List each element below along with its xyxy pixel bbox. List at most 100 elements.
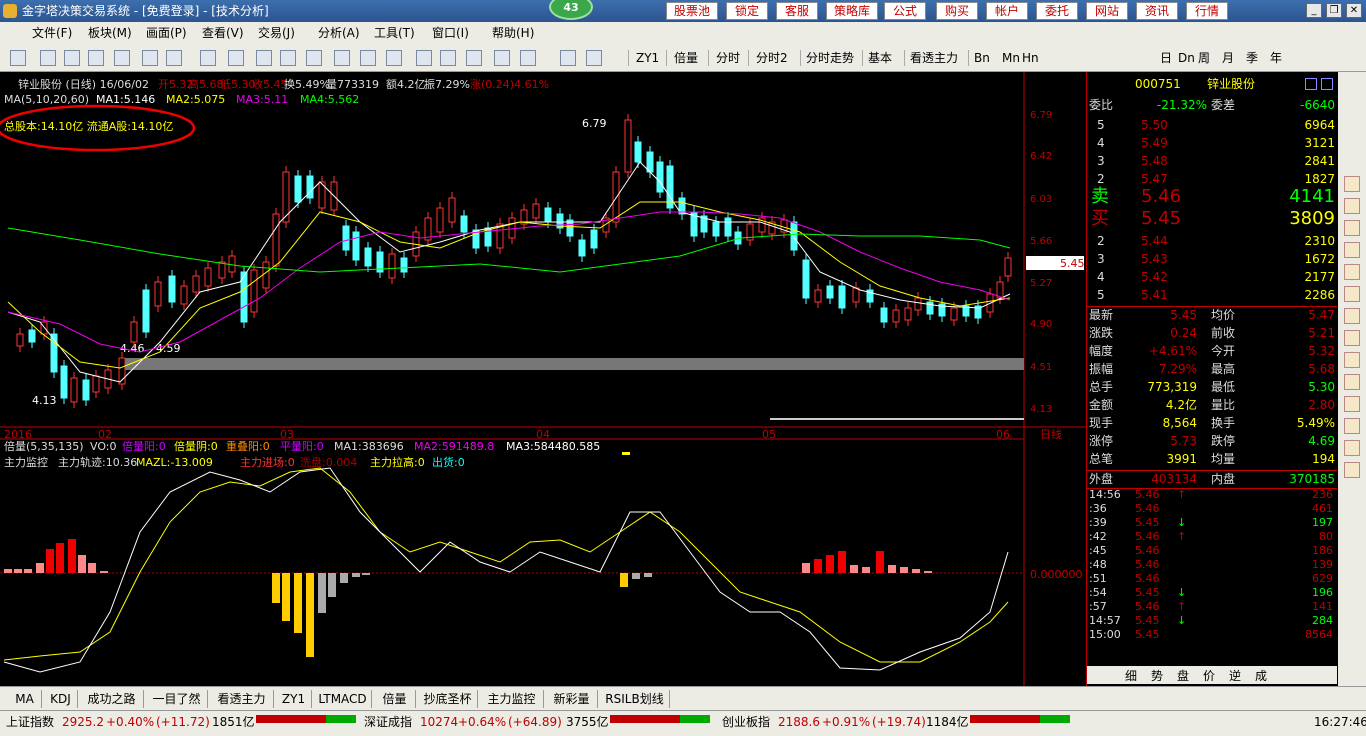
toolbar-button-6[interactable]: 看透主力 [910, 49, 958, 67]
tool-icon-16[interactable] [440, 50, 456, 66]
tool-icon-13[interactable] [360, 50, 376, 66]
top-button-9[interactable]: 资讯 [1136, 2, 1178, 20]
side-tool-icon[interactable] [1344, 440, 1360, 456]
notification-badge[interactable]: 43 [549, 0, 593, 20]
indicator-tab-3[interactable]: 一目了然 [146, 690, 208, 708]
menu-item-1[interactable]: 板块(M) [88, 22, 132, 44]
indicator-tab-6[interactable]: LTMACD [314, 690, 372, 708]
quote-tab-3[interactable]: 价 [1203, 667, 1215, 684]
side-tool-icon[interactable] [1344, 374, 1360, 390]
restore-icon[interactable]: ❐ [1326, 3, 1342, 18]
tool-icon-5[interactable] [142, 50, 158, 66]
quote-tab-2[interactable]: 盘 [1177, 667, 1189, 684]
indicator-tab-9[interactable]: 主力监控 [480, 690, 544, 708]
tool-icon-8[interactable] [228, 50, 244, 66]
toolbar-button-0[interactable]: ZY1 [636, 49, 659, 67]
toolbar-button-14[interactable]: 季 [1246, 49, 1258, 67]
sz-index-name[interactable]: 深证成指 [364, 713, 412, 731]
side-tool-icon[interactable] [1344, 242, 1360, 258]
close-icon[interactable]: ✕ [1346, 3, 1362, 18]
tool-icon-3[interactable] [88, 50, 104, 66]
tool-icon-2[interactable] [64, 50, 80, 66]
close-panel-icon[interactable] [1321, 78, 1333, 90]
side-tool-icon[interactable] [1344, 286, 1360, 302]
menu-item-7[interactable]: 窗口(I) [432, 22, 469, 44]
indicator-tab-2[interactable]: 成功之路 [80, 690, 144, 708]
toolbar-button-9[interactable]: Hn [1022, 49, 1039, 67]
menu-item-2[interactable]: 画面(P) [146, 22, 187, 44]
tool-icon-18[interactable] [494, 50, 510, 66]
cy-index-name[interactable]: 创业板指 [722, 713, 770, 731]
top-button-10[interactable]: 行情 [1186, 2, 1228, 20]
quote-tab-1[interactable]: 势 [1151, 667, 1163, 684]
quote-tab-0[interactable]: 细 [1125, 667, 1137, 684]
side-tool-strip[interactable] [1338, 72, 1366, 686]
toolbar-button-13[interactable]: 月 [1222, 49, 1234, 67]
toolbar-button-12[interactable]: 周 [1198, 49, 1210, 67]
toolbar-button-2[interactable]: 分时 [716, 49, 740, 67]
quote-tab-4[interactable]: 逆 [1229, 667, 1241, 684]
tool-icon-0[interactable] [10, 50, 26, 66]
top-button-7[interactable]: 委托 [1036, 2, 1078, 20]
indicator-tab-1[interactable]: KDJ [44, 690, 78, 708]
side-tool-icon[interactable] [1344, 462, 1360, 478]
menu-item-8[interactable]: 帮助(H) [492, 22, 534, 44]
indicator-tab-5[interactable]: ZY1 [276, 690, 312, 708]
toolbar-button-7[interactable]: Bn [974, 49, 990, 67]
side-tool-icon[interactable] [1344, 176, 1360, 192]
top-button-6[interactable]: 帐户 [986, 2, 1028, 20]
tool-icon-10[interactable] [280, 50, 296, 66]
quote-tab-5[interactable]: 成 [1255, 667, 1267, 684]
tool-icon-12[interactable] [334, 50, 350, 66]
top-button-5[interactable]: 购买 [936, 2, 978, 20]
tool-icon-21[interactable] [586, 50, 602, 66]
indicator-tab-10[interactable]: 新彩量 [546, 690, 598, 708]
toolbar-button-11[interactable]: Dn [1178, 49, 1195, 67]
sh-index-name[interactable]: 上证指数 [6, 713, 54, 731]
toolbar-button-1[interactable]: 倍量 [674, 49, 698, 67]
tool-icon-14[interactable] [386, 50, 402, 66]
menu-item-0[interactable]: 文件(F) [32, 22, 72, 44]
tool-icon-4[interactable] [114, 50, 130, 66]
toolbar-button-4[interactable]: 分时走势 [806, 49, 854, 67]
tool-icon-1[interactable] [40, 50, 56, 66]
menu-item-3[interactable]: 查看(V) [202, 22, 244, 44]
top-button-4[interactable]: 公式 [884, 2, 926, 20]
indicator-tab-4[interactable]: 看透主力 [210, 690, 274, 708]
side-tool-icon[interactable] [1344, 198, 1360, 214]
tool-icon-17[interactable] [466, 50, 482, 66]
tool-icon-20[interactable] [560, 50, 576, 66]
tool-icon-7[interactable] [200, 50, 216, 66]
top-button-8[interactable]: 网站 [1086, 2, 1128, 20]
side-tool-icon[interactable] [1344, 418, 1360, 434]
chart-area[interactable]: 锌业股份 (日线) 16/06/02 开5.32 高5.68 低5.30 收5.45 换5… [0, 72, 1086, 686]
top-button-3[interactable]: 策略库 [826, 2, 878, 20]
side-tool-icon[interactable] [1344, 330, 1360, 346]
tool-icon-15[interactable] [416, 50, 432, 66]
minimize-icon[interactable]: _ [1306, 3, 1322, 18]
kline-chart[interactable]: 锌业股份 (日线) 16/06/02 开5.32高5.68低5.30收5.45换5… [0, 72, 1086, 686]
menu-item-6[interactable]: 工具(T) [374, 22, 415, 44]
side-tool-icon[interactable] [1344, 264, 1360, 280]
tool-icon-6[interactable] [166, 50, 182, 66]
toolbar-button-10[interactable]: 日 [1160, 49, 1172, 67]
stock-info-icon[interactable] [1305, 78, 1317, 90]
indicator-tab-8[interactable]: 抄底圣杯 [418, 690, 478, 708]
toolbar-button-5[interactable]: 基本 [868, 49, 892, 67]
side-tool-icon[interactable] [1344, 352, 1360, 368]
toolbar-button-15[interactable]: 年 [1270, 49, 1282, 67]
toolbar-button-3[interactable]: 分时2 [756, 49, 788, 67]
tool-icon-9[interactable] [256, 50, 272, 66]
top-button-1[interactable]: 锁定 [726, 2, 768, 20]
side-tool-icon[interactable] [1344, 308, 1360, 324]
top-button-2[interactable]: 客服 [776, 2, 818, 20]
menu-item-4[interactable]: 交易(J) [258, 22, 295, 44]
side-tool-icon[interactable] [1344, 220, 1360, 236]
top-button-0[interactable]: 股票池 [666, 2, 718, 20]
tool-icon-19[interactable] [520, 50, 536, 66]
side-tool-icon[interactable] [1344, 396, 1360, 412]
indicator-tab-0[interactable]: MA [8, 690, 42, 708]
indicator-tab-7[interactable]: 倍量 [374, 690, 416, 708]
toolbar-button-8[interactable]: Mn [1002, 49, 1020, 67]
tool-icon-11[interactable] [306, 50, 322, 66]
